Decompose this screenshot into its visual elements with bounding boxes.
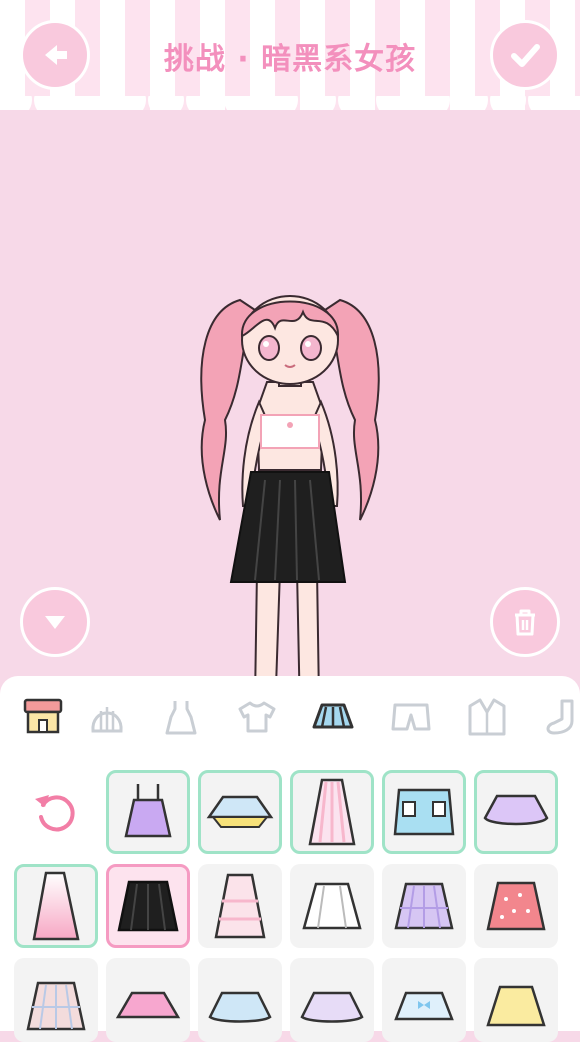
tab-dress[interactable] — [156, 694, 206, 740]
lavender-ruffle-image — [300, 991, 364, 1023]
item-white-skirt[interactable] — [290, 864, 374, 948]
tab-jacket[interactable] — [462, 694, 512, 740]
item-lavender-ruffle[interactable] — [290, 958, 374, 1042]
striped-long-skirt-image — [308, 778, 356, 846]
mini-skirt-image — [393, 788, 455, 836]
tab-hair[interactable] — [82, 694, 132, 740]
item-pink-tutu[interactable] — [106, 958, 190, 1042]
shop-icon — [23, 698, 63, 734]
tshirt-icon — [238, 701, 276, 733]
item-suspender-skirt[interactable] — [106, 770, 190, 854]
item-pleated-skirt[interactable] — [106, 864, 190, 948]
back-button[interactable] — [20, 20, 90, 90]
skirt-icon — [312, 703, 354, 729]
dress-icon — [165, 701, 197, 735]
confirm-button[interactable] — [490, 20, 560, 90]
pleated-skirt-image — [117, 880, 179, 932]
item-yellow-skirt[interactable] — [474, 958, 558, 1042]
wardrobe-panel — [0, 676, 580, 1042]
tiered-skirt-image — [214, 873, 266, 939]
trash-button[interactable] — [490, 587, 560, 657]
page-title: 挑战 · 暗黑系女孩 — [163, 42, 417, 77]
shorts-icon — [391, 703, 431, 731]
item-plaid-skirt[interactable] — [382, 864, 466, 948]
plaid-skirt-image — [394, 882, 454, 930]
tab-shorts[interactable] — [386, 694, 436, 740]
blue-ruffle-image — [208, 991, 272, 1023]
tab-skirt[interactable] — [308, 694, 358, 740]
check-icon — [511, 44, 540, 67]
tab-shop[interactable] — [18, 694, 68, 740]
collapse-panel-button[interactable] — [20, 587, 90, 657]
arrow-left-icon — [45, 45, 67, 65]
category-tabs — [0, 676, 580, 756]
suspender-skirt-image — [124, 784, 172, 838]
lace-skirt-image — [483, 794, 549, 826]
item-lace-skirt[interactable] — [474, 770, 558, 854]
item-dotted-skirt[interactable] — [474, 864, 558, 948]
character-doll — [200, 295, 380, 720]
tab-socks[interactable] — [540, 694, 580, 740]
item-bow-skirt[interactable] — [382, 958, 466, 1042]
trash-icon — [515, 609, 535, 636]
item-check-skirt[interactable] — [14, 958, 98, 1042]
item-ombre-skirt[interactable] — [14, 864, 98, 948]
jacket-icon — [468, 698, 506, 736]
tab-top[interactable] — [232, 694, 282, 740]
tutu-image — [206, 795, 274, 828]
yellow-skirt-image — [486, 985, 546, 1027]
check-skirt-image — [26, 981, 86, 1031]
hair-icon — [91, 707, 123, 733]
white-skirt-image — [302, 882, 362, 930]
bow-skirt-image — [394, 991, 454, 1021]
dotted-skirt-image — [486, 881, 546, 931]
ombre-skirt-image — [32, 871, 80, 941]
item-blue-ruffle[interactable] — [198, 958, 282, 1042]
character-stage — [0, 110, 580, 720]
reset-icon — [35, 795, 75, 832]
item-striped-long-skirt[interactable] — [290, 770, 374, 854]
item-mini-skirt[interactable] — [382, 770, 466, 854]
triangle-down-icon — [45, 616, 65, 629]
item-tiered-skirt[interactable] — [198, 864, 282, 948]
item-tutu[interactable] — [198, 770, 282, 854]
pink-tutu-image — [115, 991, 181, 1019]
reset-outfit-button[interactable] — [14, 770, 98, 854]
sock-icon — [546, 699, 574, 735]
